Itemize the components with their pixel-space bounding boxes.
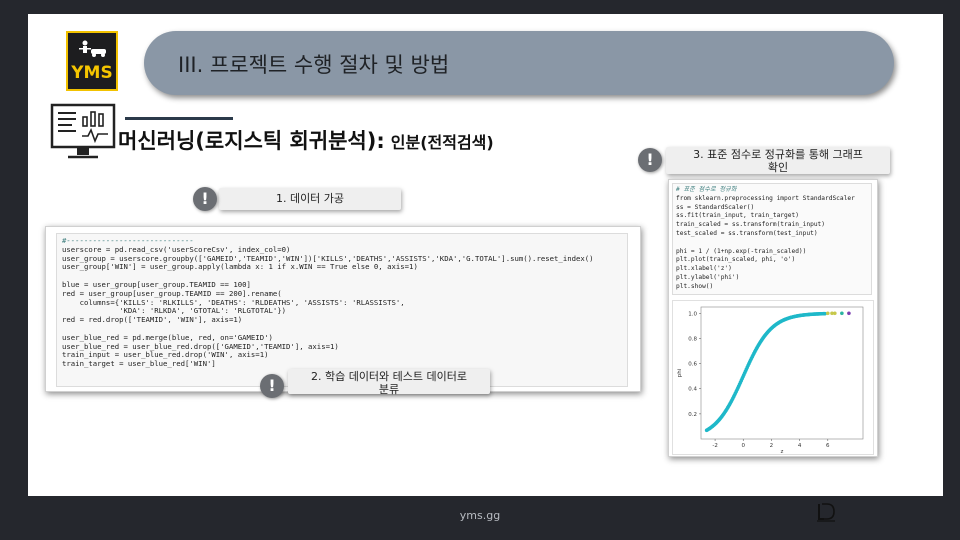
scatter-point (833, 311, 837, 316)
car-icon (79, 40, 106, 57)
callout-normalization: 3. 표준 점수로 정규화를 통해 그래프 확인 (666, 147, 890, 174)
headline-main: 머신러닝(로지스틱 회귀분석): (118, 129, 385, 153)
y-tick-label: 0.4 (688, 387, 697, 393)
exclamation-icon: ! (260, 374, 284, 398)
code-right-line (676, 239, 871, 248)
headline-sub: 인분(전적검색) (390, 133, 494, 152)
y-tick-label: 1.0 (688, 311, 697, 317)
code-left-line: user_group['WIN'] = user_group.apply(lam… (62, 262, 418, 272)
code-right-line: plt.ylabel('phi') (676, 273, 740, 281)
exclamation-icon: ! (193, 187, 217, 211)
callout-3-line1: 3. 표준 점수로 정규화를 통해 그래프 (693, 148, 863, 161)
page-title: III. 프로젝트 수행 절차 및 방법 (178, 53, 450, 77)
callout-train-test-split: 2. 학습 데이터와 테스트 데이터로 분류 (288, 369, 490, 396)
y-tick-label: 0.2 (688, 412, 697, 418)
code-screenshot-left: #----------------------------- userscore … (45, 226, 641, 392)
code-right-line: from sklearn.preprocessing import Standa… (676, 194, 855, 202)
logo-text: YMS (71, 63, 113, 83)
code-right-line: plt.show() (676, 282, 714, 290)
code-right-line: ss = StandardScaler() (676, 203, 755, 211)
x-tick-label: 4 (798, 443, 802, 449)
yms-logo: YMS (66, 31, 118, 91)
code-right-line: train_scaled = ss.transform(train_input) (676, 221, 826, 229)
y-axis-label: phi (677, 368, 683, 377)
code-right-line: plt.xlabel('z') (676, 265, 732, 273)
exclamation-icon: ! (638, 148, 662, 172)
scatter-point (840, 311, 844, 316)
y-tick-label: 0.6 (688, 362, 697, 368)
callout-data-processing: 1. 데이터 가공 (219, 188, 401, 210)
plot-frame (700, 306, 864, 440)
y-tick-label: 0.8 (688, 336, 697, 342)
sigmoid-scatter-chart: -2 0 2 4 6 0.2 0.4 0.6 0.8 1.0 z phi (677, 306, 864, 455)
code-cell-left: #----------------------------- userscore … (56, 233, 628, 387)
callout-2-line1: 2. 학습 데이터와 테스트 데이터로 (310, 370, 468, 383)
callout-2-line2: 분류 (378, 383, 400, 396)
headline-underline (125, 117, 233, 120)
x-tick-label: 0 (742, 443, 746, 449)
code-right-line: # 표준 점수로 정규화 (676, 186, 737, 193)
code-left-line: red = red.drop(['TEAMID', 'WIN'], axis=1… (62, 315, 243, 325)
x-tick-label: 2 (770, 443, 774, 449)
plot-area: -2 0 2 4 6 0.2 0.4 0.6 0.8 1.0 z phi (672, 300, 874, 455)
section-headline: 머신러닝(로지스틱 회귀분석): 인분(전적검색) (118, 125, 494, 155)
code-screenshot-right: # 표준 점수로 정규화 from sklearn.preprocessing i… (668, 179, 878, 457)
scatter-point (847, 311, 851, 316)
x-tick-label: -2 (712, 443, 717, 449)
callout-3-line2: 확인 (767, 161, 789, 174)
code-right-line: ss.fit(train_input, train_target) (676, 212, 799, 220)
monitor-analytics-icon (50, 103, 116, 159)
x-tick-label: 6 (826, 443, 830, 449)
callout-1-label: 1. 데이터 가공 (275, 192, 345, 205)
code-right-line: plt.plot(train_scaled, phi, 'o') (676, 256, 796, 264)
x-axis-label: z (781, 449, 784, 454)
code-cell-right: # 표준 점수로 정규화 from sklearn.preprocessing i… (672, 183, 872, 295)
code-right-line: test_scaled = ss.transform(test_input) (676, 229, 818, 237)
scatter-point (825, 311, 830, 316)
brand-mark-icon (817, 503, 835, 522)
code-right-line: phi = 1 / (1+np.exp(-train_scaled)) (676, 247, 807, 255)
title-banner: III. 프로젝트 수행 절차 및 방법 (144, 31, 894, 95)
code-left-line: train_target = user_blue_red['WIN'] (62, 359, 216, 369)
